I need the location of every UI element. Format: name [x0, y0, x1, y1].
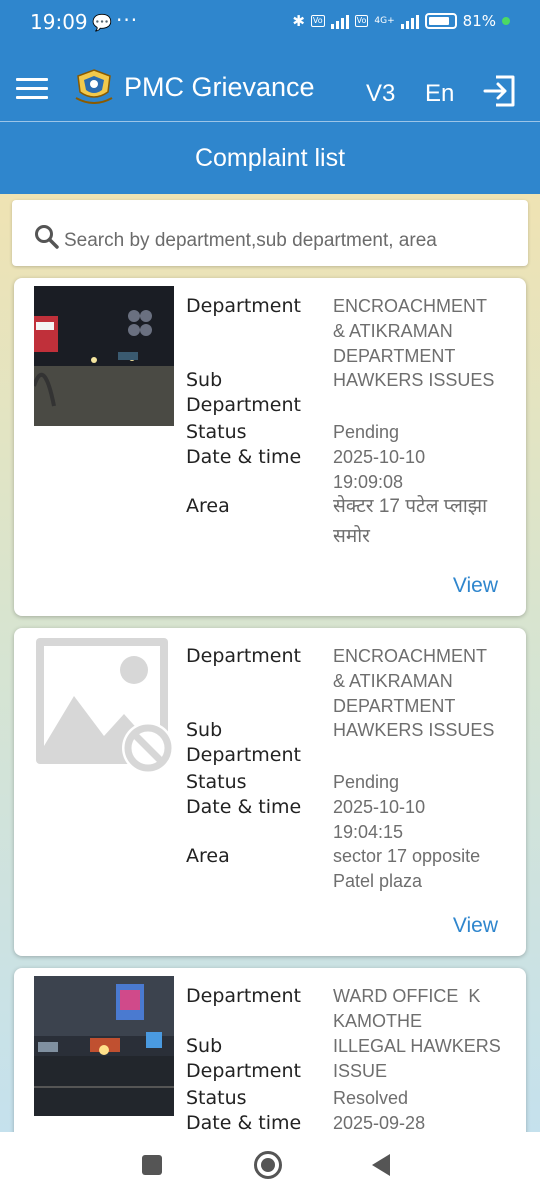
- search-input[interactable]: Search by department,sub department, are…: [64, 230, 437, 252]
- department-label: Department: [186, 645, 301, 667]
- status-value: Pending: [333, 422, 400, 442]
- label-line: Department: [186, 1060, 301, 1082]
- app-title: PMC Grievance: [124, 72, 315, 102]
- logout-icon[interactable]: [482, 74, 518, 108]
- message-notification-icon: 💬: [92, 13, 112, 32]
- department-line: & ATIKRAMAN: [333, 671, 453, 691]
- view-button[interactable]: View: [453, 914, 498, 938]
- area-line: Patel plaza: [333, 871, 423, 891]
- battery-icon: [424, 13, 457, 29]
- sub-department-label: Sub Department: [186, 1034, 301, 1084]
- bluetooth-icon: ✱: [292, 12, 305, 30]
- sub-department-line: ILLEGAL HAWKERS: [333, 1036, 501, 1056]
- status-label: Status: [186, 421, 247, 443]
- system-nav-bar: [0, 1132, 540, 1200]
- status-label: Status: [186, 1087, 247, 1109]
- area-value: सेक्टर 17 पटेल प्लाझा समोर: [333, 492, 513, 552]
- sub-department-label: Sub Department: [186, 368, 301, 418]
- date-time-label: Date & time: [186, 1112, 302, 1132]
- signal-icon-1: [330, 13, 349, 29]
- department-value: ENCROACHMENT & ATIKRAMAN DEPARTMENT: [333, 294, 513, 369]
- date-value: 2025-10-10: [333, 797, 426, 817]
- area-line: सेक्टर 17 पटेल प्लाझा: [333, 496, 488, 517]
- area-line: समोर: [333, 526, 370, 547]
- status-icons: ✱ Vo Vo 4G+ 81%: [292, 12, 510, 30]
- complaint-card[interactable]: Department ENCROACHMENT & ATIKRAMAN DEPA…: [14, 278, 526, 616]
- department-value: WARD OFFICE K KAMOTHE: [333, 984, 513, 1034]
- sub-department-label: Sub Department: [186, 718, 301, 768]
- network-type: 4G+: [374, 16, 395, 26]
- sub-department-value: HAWKERS ISSUES: [333, 370, 495, 390]
- page-header: Complaint list: [0, 122, 540, 194]
- search-bar[interactable]: Search by department,sub department, are…: [12, 200, 528, 266]
- back-button[interactable]: [372, 1154, 390, 1176]
- area-label: Area: [186, 495, 230, 517]
- battery-level: 81%: [462, 12, 496, 30]
- date-time-value: 2025-10-10 19:09:08: [333, 445, 513, 495]
- date-value: 2025-09-28: [333, 1113, 426, 1132]
- department-line: & ATIKRAMAN: [333, 321, 453, 341]
- search-icon: [35, 225, 59, 249]
- app-bar: PMC Grievance V3 En: [0, 46, 540, 122]
- sub-department-value: ILLEGAL HAWKERS ISSUE: [333, 1034, 513, 1084]
- complaint-card[interactable]: Department WARD OFFICE K KAMOTHE Sub Dep…: [14, 968, 526, 1132]
- label-line: Sub: [186, 1035, 223, 1057]
- department-value: ENCROACHMENT & ATIKRAMAN DEPARTMENT: [333, 644, 513, 719]
- status-label: Status: [186, 771, 247, 793]
- complaint-card[interactable]: Department ENCROACHMENT & ATIKRAMAN DEPA…: [14, 628, 526, 956]
- complaint-list[interactable]: Search by department,sub department, are…: [0, 194, 540, 1132]
- label-line: Department: [186, 394, 301, 416]
- signal-icon-2: [400, 13, 419, 29]
- home-button[interactable]: [254, 1151, 282, 1179]
- time-value: 19:04:15: [333, 822, 404, 842]
- department-label: Department: [186, 295, 301, 317]
- more-notifications-icon: ···: [116, 8, 139, 32]
- image-unavailable-icon: [36, 638, 174, 774]
- label-line: Sub: [186, 369, 223, 391]
- status-value: Pending: [333, 772, 400, 792]
- complaint-photo: [34, 976, 174, 1116]
- date-time-value: 2025-10-10 19:04:15: [333, 795, 513, 845]
- volte-icon-2: Vo: [354, 15, 369, 27]
- label-line: Department: [186, 744, 301, 766]
- menu-icon[interactable]: [16, 78, 48, 102]
- department-line: ENCROACHMENT: [333, 296, 488, 316]
- charging-dot-icon: [502, 17, 510, 25]
- complaint-photo: [34, 286, 174, 426]
- status-time: 19:09: [30, 10, 88, 34]
- sub-department-line: ISSUE: [333, 1061, 388, 1081]
- status-value: Resolved: [333, 1088, 409, 1108]
- label-line: Sub: [186, 719, 223, 741]
- area-line: sector 17 opposite: [333, 846, 481, 866]
- department-line: DEPARTMENT: [333, 346, 456, 366]
- department-line: DEPARTMENT: [333, 696, 456, 716]
- date-value: 2025-10-10: [333, 447, 426, 467]
- language-toggle[interactable]: En: [425, 80, 454, 108]
- pmc-logo-icon: [75, 69, 113, 104]
- area-value: sector 17 opposite Patel plaza: [333, 844, 513, 894]
- view-button[interactable]: View: [453, 574, 498, 598]
- recents-button[interactable]: [142, 1155, 162, 1175]
- page-title: Complaint list: [194, 144, 346, 172]
- area-label: Area: [186, 845, 230, 867]
- department-label: Department: [186, 985, 301, 1007]
- volte-icon-1: Vo: [310, 15, 325, 27]
- status-bar: 19:09 💬 ··· ✱ Vo Vo 4G+ 81%: [0, 0, 540, 46]
- date-time-label: Date & time: [186, 446, 302, 468]
- date-time-label: Date & time: [186, 796, 302, 818]
- sub-department-value: HAWKERS ISSUES: [333, 720, 495, 740]
- version-label[interactable]: V3: [366, 80, 395, 108]
- department-line: KAMOTHE: [333, 1011, 423, 1031]
- department-line: ENCROACHMENT: [333, 646, 488, 666]
- department-line: WARD OFFICE K: [333, 986, 481, 1006]
